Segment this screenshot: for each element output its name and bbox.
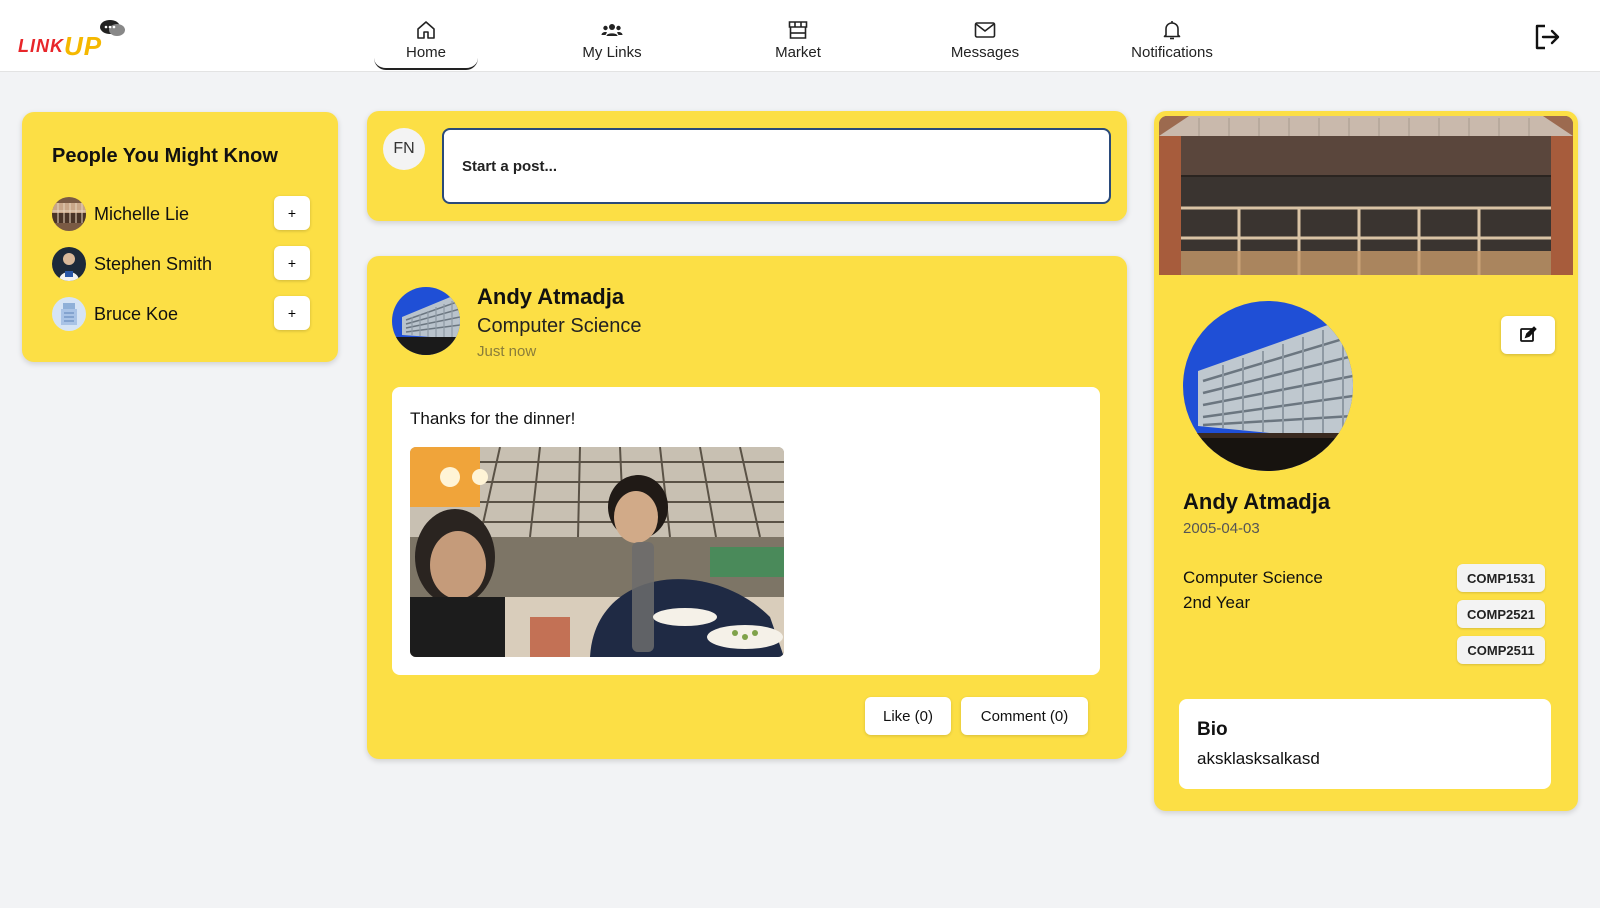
- nav-home[interactable]: Home: [374, 12, 478, 70]
- person-row: Bruce Koe +: [52, 296, 310, 332]
- nav-market[interactable]: Market: [746, 12, 850, 70]
- mail-icon: [974, 22, 996, 38]
- profile-card: Andy Atmadja 2005-04-03 Computer Science…: [1154, 111, 1578, 811]
- nav-messages-label: Messages: [950, 44, 1020, 61]
- post-composer-card: FN Start a post...: [367, 111, 1127, 221]
- profile-avatar: [1183, 301, 1353, 471]
- profile-cover-image: [1159, 116, 1573, 275]
- start-post-input[interactable]: Start a post...: [442, 128, 1111, 204]
- avatar[interactable]: [52, 247, 86, 281]
- nav-messages[interactable]: Messages: [933, 12, 1037, 70]
- nav-notifications[interactable]: Notifications: [1120, 12, 1224, 70]
- course-badge: COMP2511: [1457, 636, 1545, 664]
- people-icon: [601, 24, 623, 36]
- nav-my-links-label: My Links: [582, 44, 642, 61]
- avatar[interactable]: [392, 287, 460, 355]
- home-icon: [417, 21, 435, 39]
- nav-market-label: Market: [775, 44, 821, 61]
- post-content: Thanks for the dinner!: [392, 387, 1100, 675]
- logo-up-text: UP: [64, 31, 103, 61]
- store-icon: [788, 21, 808, 39]
- bio-box: Bio aksklasksalkasd: [1179, 699, 1551, 789]
- profile-name: Andy Atmadja: [1183, 489, 1331, 514]
- post-text: Thanks for the dinner!: [410, 409, 576, 428]
- add-link-button[interactable]: +: [274, 296, 310, 330]
- person-name[interactable]: Bruce Koe: [94, 304, 178, 325]
- logo-link-text: LINK: [18, 36, 64, 56]
- course-badge: COMP2521: [1457, 600, 1545, 628]
- profile-major: Computer Science: [1183, 568, 1323, 587]
- nav-notifications-label: Notifications: [1131, 44, 1213, 61]
- person-row: Michelle Lie +: [52, 196, 310, 232]
- bio-text: aksklasksalkasd: [1197, 749, 1320, 768]
- bell-icon: [1163, 21, 1181, 40]
- like-button[interactable]: Like (0): [865, 697, 951, 735]
- avatar[interactable]: [52, 197, 86, 231]
- top-navbar: LINKUP Home My Links Market Messages Not…: [0, 0, 1600, 72]
- nav-home-label: Home: [405, 44, 446, 61]
- chat-bubble-icon: [100, 20, 125, 36]
- post-card: Andy Atmadja Computer Science Just now T…: [367, 256, 1127, 759]
- post-timestamp: Just now: [477, 343, 537, 360]
- add-link-button[interactable]: +: [274, 246, 310, 280]
- logo-text: LINKUP: [18, 28, 103, 61]
- avatar[interactable]: [52, 297, 86, 331]
- course-badge: COMP1531: [1457, 564, 1545, 592]
- people-you-might-know-card: People You Might Know Michelle Lie + Ste…: [22, 112, 338, 362]
- post-author-major: Computer Science: [477, 315, 642, 337]
- bio-title: Bio: [1197, 719, 1228, 740]
- person-name[interactable]: Stephen Smith: [94, 254, 212, 275]
- nav-my-links[interactable]: My Links: [560, 12, 664, 70]
- post-author-name[interactable]: Andy Atmadja: [477, 284, 624, 310]
- linkup-logo[interactable]: LINKUP: [18, 18, 128, 61]
- comment-button[interactable]: Comment (0): [961, 697, 1088, 735]
- profile-year: 2nd Year: [1183, 593, 1251, 612]
- profile-dob: 2005-04-03: [1183, 520, 1260, 537]
- edit-profile-button[interactable]: [1501, 316, 1555, 354]
- edit-icon: [1520, 326, 1537, 342]
- add-link-button[interactable]: +: [274, 196, 310, 230]
- pymk-title: People You Might Know: [52, 145, 278, 167]
- post-image[interactable]: [410, 447, 784, 657]
- person-name[interactable]: Michelle Lie: [94, 204, 189, 225]
- avatar: FN: [383, 128, 425, 170]
- logout-icon[interactable]: [1532, 22, 1562, 52]
- person-row: Stephen Smith +: [52, 246, 310, 282]
